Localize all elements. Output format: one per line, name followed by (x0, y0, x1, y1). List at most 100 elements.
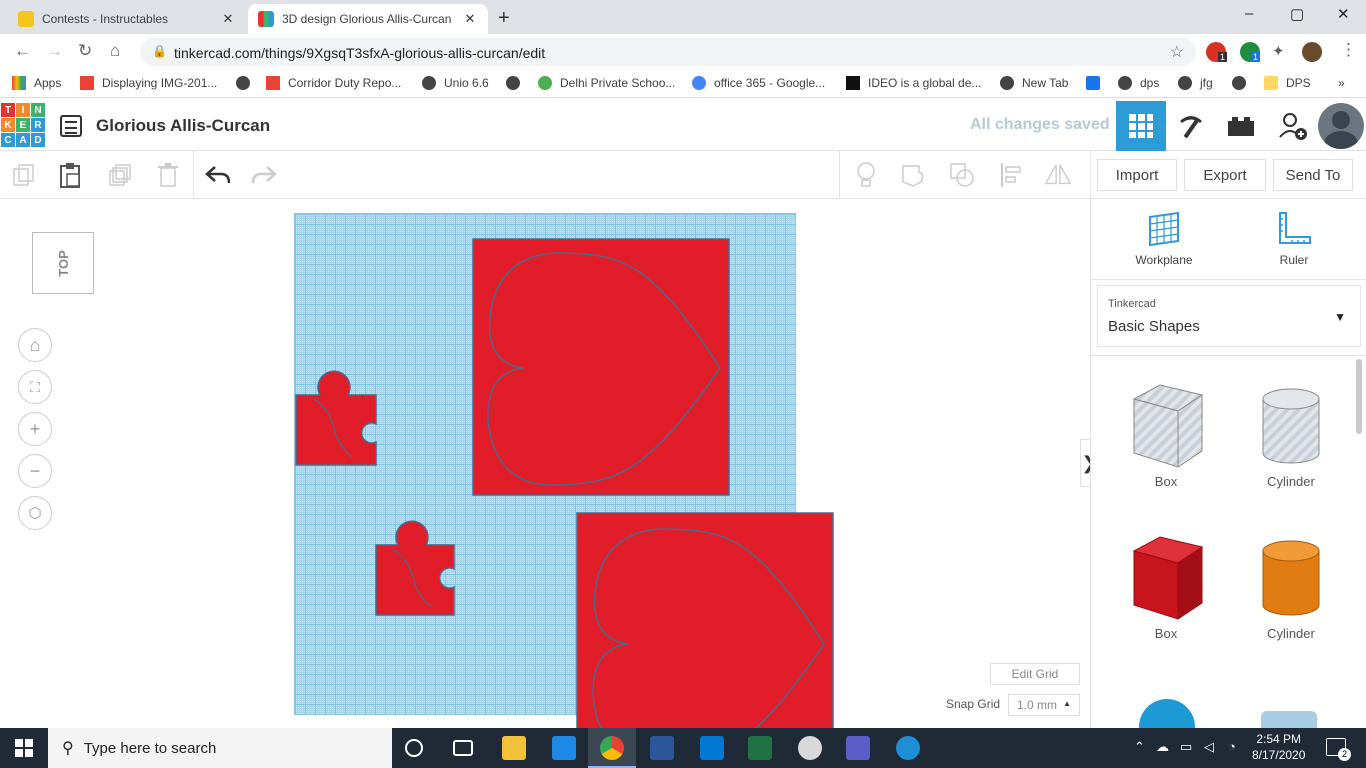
puzzle-piece-shape[interactable] (375, 520, 455, 616)
3d-view-grid-button[interactable] (1116, 101, 1166, 151)
import-button[interactable]: Import (1097, 159, 1177, 191)
bookmark-star-icon[interactable]: ☆ (1170, 42, 1184, 62)
pickaxe-button[interactable] (1166, 101, 1216, 151)
tab-tinkercad[interactable]: 3D design Glorious Allis-Curcan ✕ (248, 4, 488, 34)
tab-close-icon[interactable]: ✕ (220, 11, 236, 27)
omnibox[interactable]: 🔒 tinkercad.com/things/9XgsqT3sfxA-glori… (140, 38, 1196, 66)
teams-icon[interactable] (846, 736, 870, 760)
taskbar-search[interactable]: ⚲ Type here to search (48, 728, 392, 768)
invite-user-button[interactable] (1268, 101, 1318, 151)
group-icon[interactable] (900, 161, 928, 189)
shape-box-solid[interactable]: Box (1121, 533, 1211, 641)
duplicate-icon[interactable] (106, 161, 134, 189)
shape-cylinder-hole[interactable]: Cylinder (1246, 381, 1336, 489)
bookmark-item[interactable] (1232, 76, 1254, 90)
back-arrow-icon[interactable]: ← (14, 41, 31, 61)
bricks-button[interactable] (1216, 101, 1266, 151)
bookmark-item[interactable]: Unio 6.6 (422, 76, 489, 90)
box-hole-icon (1132, 384, 1204, 468)
bookmark-apps[interactable]: Apps (12, 76, 61, 90)
notification-count: 2 (1338, 748, 1351, 761)
redo-icon[interactable] (250, 161, 278, 189)
shape-cylinder-solid[interactable]: Cylinder (1246, 533, 1336, 641)
grid-icon (1129, 114, 1153, 138)
delete-icon[interactable] (154, 161, 182, 189)
home-icon[interactable]: ⌂ (110, 41, 120, 61)
maximize-button[interactable]: ▢ (1290, 5, 1304, 23)
lightbulb-icon[interactable] (852, 161, 880, 189)
tab-close-icon[interactable]: ✕ (462, 11, 478, 27)
minimize-button[interactable]: – (1245, 5, 1253, 22)
bookmarks-overflow[interactable]: » (1338, 76, 1345, 90)
volume-icon[interactable]: ◁ (1204, 739, 1214, 755)
bookmark-item[interactable] (506, 76, 528, 90)
chrome-taskbar-button[interactable] (588, 728, 636, 768)
store-icon[interactable] (552, 736, 576, 760)
ruler-icon (1279, 212, 1311, 244)
design-list-icon[interactable] (60, 115, 82, 137)
ruler-tool[interactable]: Ruler (1254, 211, 1334, 267)
close-window-button[interactable]: ✕ (1337, 5, 1350, 23)
send-to-button[interactable]: Send To (1273, 159, 1353, 191)
undo-icon[interactable] (204, 161, 232, 189)
3d-workspace[interactable]: TOP ⌂ ⛶ + − ⬡ Edit Grid Snap Grid 1.0 mm… (0, 199, 1090, 729)
windows-taskbar: ⚲ Type here to search ⌃ ☁ ▭ ◁ ◔ 2:54 PM … (0, 728, 1366, 768)
task-view-icon[interactable] (453, 740, 473, 756)
edge-icon[interactable] (896, 736, 920, 760)
excel-icon[interactable] (748, 736, 772, 760)
shape-library-dropdown[interactable]: Tinkercad Basic Shapes ▼ (1097, 285, 1361, 347)
url-text[interactable]: tinkercad.com/things/9XgsqT3sfxA-gloriou… (174, 45, 545, 61)
bookmark-item[interactable]: New Tab (1000, 76, 1068, 90)
battery-icon[interactable]: ▭ (1180, 739, 1192, 755)
bookmark-item[interactable]: Corridor Duty Repo... (266, 76, 401, 90)
shape-box-hole[interactable]: Box (1121, 381, 1211, 489)
bookmark-item[interactable]: Displaying IMG-201... (80, 76, 217, 90)
copy-icon[interactable] (10, 161, 38, 189)
bookmark-item[interactable]: jfg (1178, 76, 1213, 90)
bookmark-item[interactable]: office 365 - Google... (692, 76, 825, 90)
profile-avatar[interactable] (1302, 42, 1322, 62)
snap-grid-select[interactable]: 1.0 mm ▲ (1008, 694, 1080, 716)
puzzle-extensions-icon[interactable]: ✦ (1272, 42, 1285, 60)
tab-instructables[interactable]: Contests - Instructables ✕ (8, 4, 246, 34)
edit-grid-button[interactable]: Edit Grid (990, 663, 1080, 685)
tinkercad-header: T I N K E R C A D Glorious Allis-Curcan … (0, 101, 1366, 151)
bookmark-item[interactable] (236, 76, 258, 90)
bookmark-folder[interactable]: DPS (1264, 76, 1311, 90)
heart-plate-shape[interactable] (576, 512, 834, 729)
heart-plate-shape[interactable] (472, 238, 730, 496)
bookmark-item[interactable] (1086, 76, 1108, 90)
clock[interactable]: 2:54 PM 8/17/2020 (1252, 731, 1305, 763)
user-avatar[interactable] (1316, 101, 1366, 151)
mail-icon[interactable] (700, 736, 724, 760)
paint-icon[interactable] (798, 736, 822, 760)
paste-icon[interactable] (56, 161, 84, 189)
chevron-up-icon[interactable]: ⌃ (1134, 739, 1145, 755)
align-icon[interactable] (998, 161, 1026, 189)
onedrive-icon[interactable]: ☁ (1156, 739, 1169, 755)
forward-arrow-icon[interactable]: → (46, 41, 63, 61)
panel-scrollbar[interactable] (1356, 359, 1362, 434)
wifi-icon[interactable]: ◔ (1228, 739, 1236, 754)
file-explorer-icon[interactable] (502, 736, 526, 760)
windows-start-button[interactable] (0, 728, 48, 768)
notifications-icon[interactable]: 2 (1326, 738, 1351, 761)
word-icon[interactable] (650, 736, 674, 760)
bookmark-item[interactable]: dps (1118, 76, 1159, 90)
collapse-panel-button[interactable]: ❯ (1080, 439, 1090, 487)
chrome-menu-icon[interactable]: ⋮ (1340, 40, 1357, 60)
scribble-shape-icon[interactable] (1261, 711, 1317, 729)
bookmark-item[interactable]: IDEO is a global de... (846, 76, 981, 90)
cortana-icon[interactable] (405, 739, 423, 757)
bookmark-item[interactable]: Delhi Private Schoo... (538, 76, 675, 90)
reload-icon[interactable]: ↻ (78, 41, 92, 61)
tinkercad-logo[interactable]: T I N K E R C A D (1, 103, 45, 149)
new-tab-button[interactable]: + (498, 7, 510, 30)
export-button[interactable]: Export (1184, 159, 1266, 191)
sphere-shape-icon[interactable] (1139, 699, 1195, 729)
mirror-icon[interactable] (1044, 161, 1072, 189)
design-title[interactable]: Glorious Allis-Curcan (96, 116, 270, 136)
ungroup-icon[interactable] (948, 161, 976, 189)
workplane-tool[interactable]: Workplane (1124, 211, 1204, 267)
puzzle-piece-shape[interactable] (295, 370, 377, 466)
